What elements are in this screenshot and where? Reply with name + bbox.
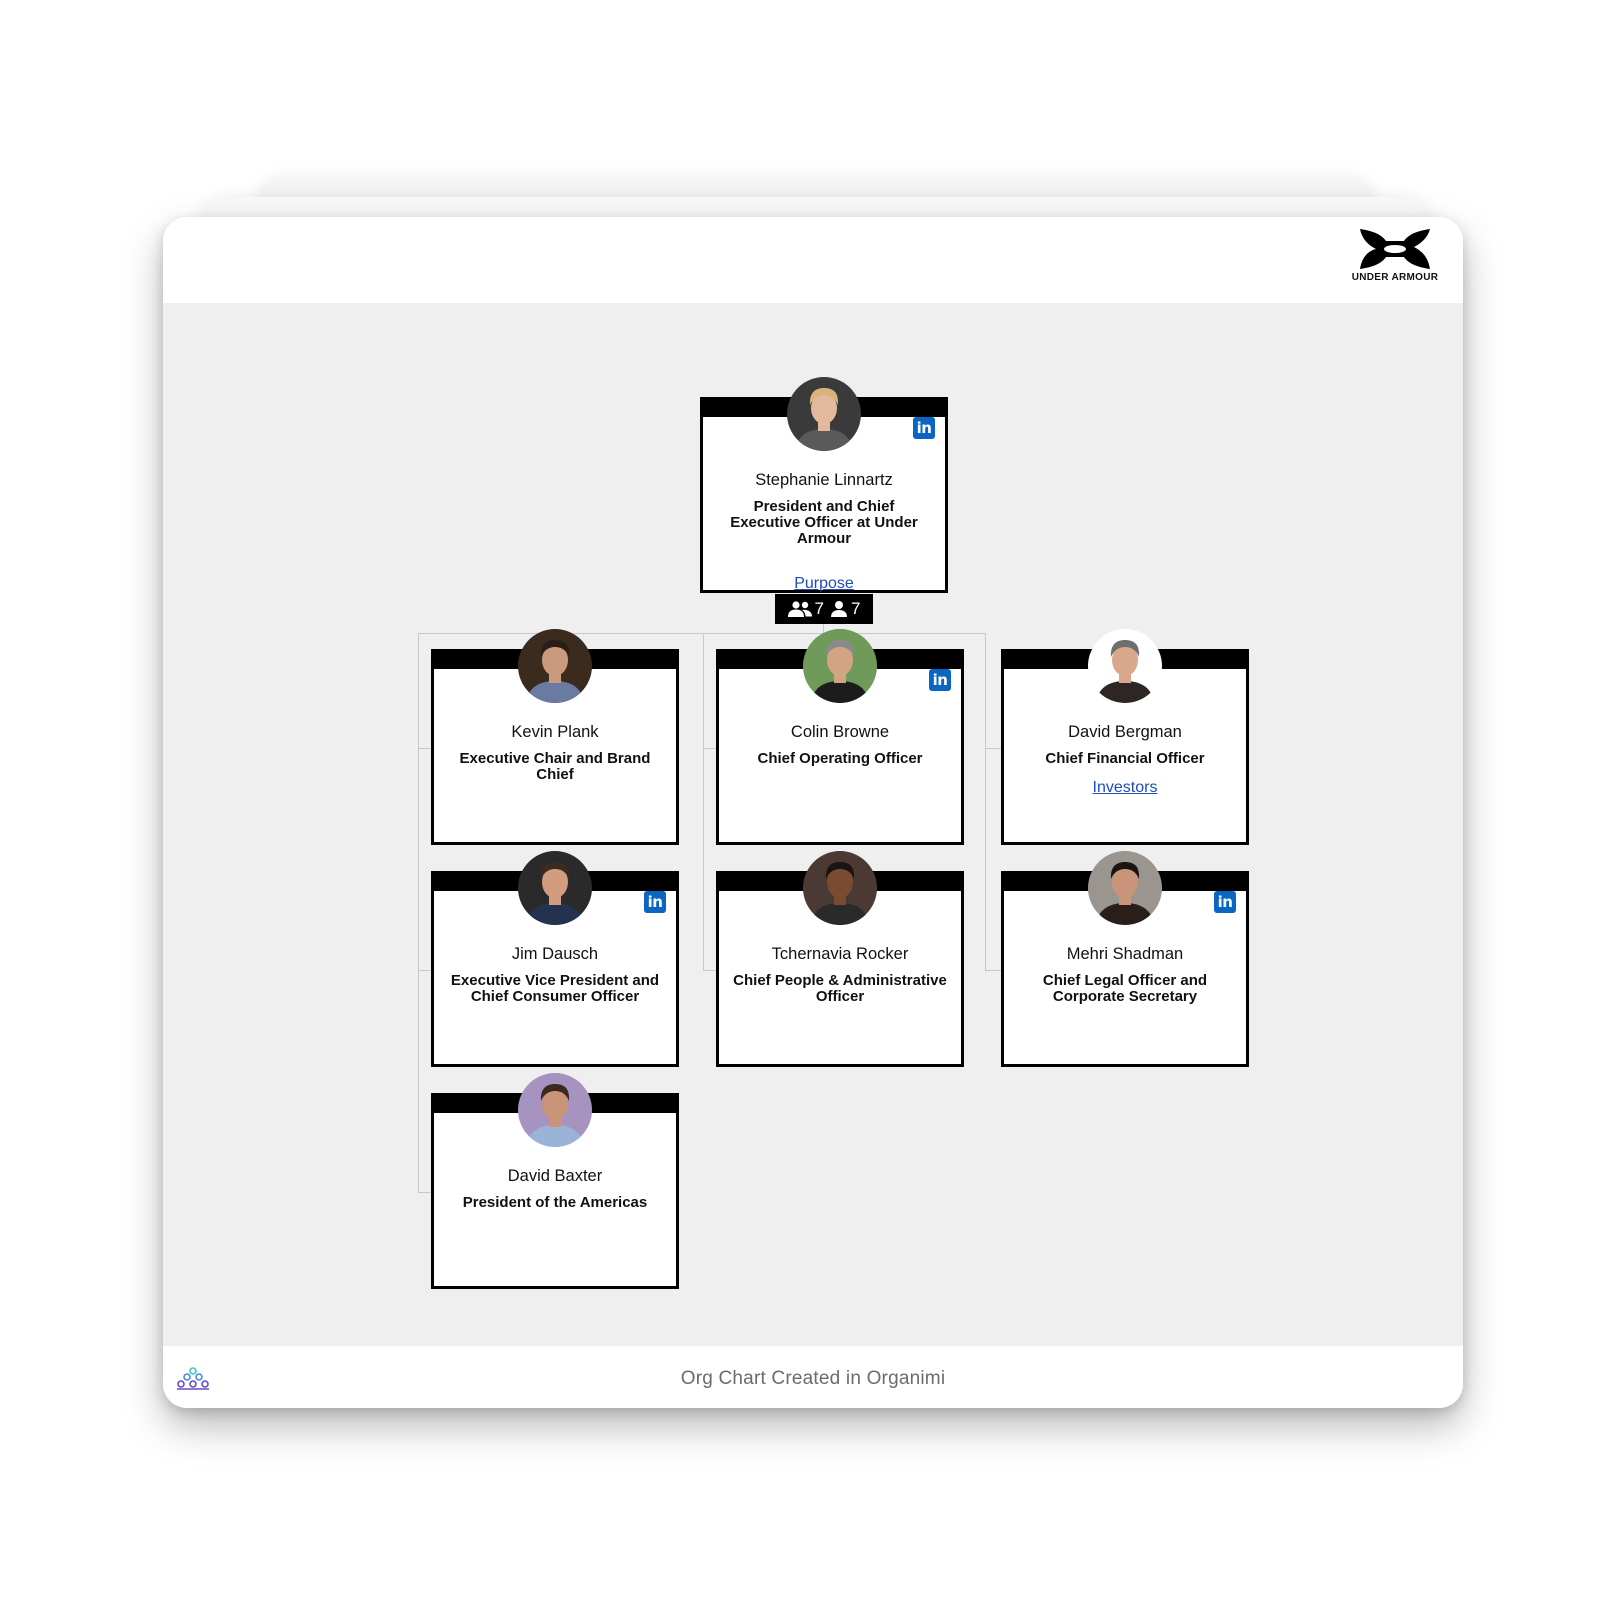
direct-count: 7 bbox=[851, 599, 861, 618]
team-count: 7 bbox=[814, 599, 824, 618]
org-card[interactable]: David Bergman Chief Financial Officer Inve… bbox=[1001, 629, 1249, 845]
person-title: Chief Legal Officer and Corporate Secret… bbox=[1042, 972, 1208, 1005]
person-photo bbox=[518, 1073, 592, 1147]
footer-text: Org Chart Created in Organimi bbox=[680, 1368, 946, 1389]
avatar[interactable] bbox=[1088, 851, 1162, 925]
person-photo bbox=[803, 851, 877, 925]
person-title: Executive Vice President and Chief Consu… bbox=[450, 972, 660, 1005]
avatar[interactable] bbox=[518, 629, 592, 703]
connector-line bbox=[418, 633, 419, 1193]
person-title: President and Chief Executive Officer at… bbox=[730, 498, 918, 547]
person-name: Colin Browne bbox=[790, 723, 890, 741]
person-name: David Baxter bbox=[507, 1167, 603, 1185]
linkedin-icon[interactable]: in bbox=[644, 891, 666, 913]
linkedin-icon[interactable]: in bbox=[913, 417, 935, 439]
org-card[interactable]: in Mehri Shadman Chief Legal Officer and C… bbox=[1001, 851, 1249, 1067]
person-name: Jim Dausch bbox=[511, 945, 599, 963]
person-title: Chief Operating Officer bbox=[757, 750, 923, 767]
person-title: Chief Financial Officer bbox=[1045, 750, 1205, 767]
avatar[interactable] bbox=[518, 1073, 592, 1147]
person-title: President of the Americas bbox=[462, 1194, 648, 1211]
person-icon bbox=[831, 601, 847, 617]
person-title: Executive Chair and Brand Chief bbox=[459, 750, 651, 783]
person-name: Stephanie Linnartz bbox=[755, 471, 893, 489]
linkedin-icon[interactable]: in bbox=[929, 669, 951, 691]
avatar[interactable] bbox=[787, 377, 861, 451]
person-name: David Bergman bbox=[1068, 723, 1182, 741]
brand-logo: UNDER ARMOUR bbox=[1343, 227, 1447, 289]
person-photo bbox=[518, 629, 592, 703]
frame-header: UNDER ARMOUR bbox=[163, 217, 1463, 303]
person-photo bbox=[1088, 629, 1162, 703]
org-card[interactable]: Tchernavia Rocker Chief People & Administ… bbox=[716, 851, 964, 1067]
person-name: Mehri Shadman bbox=[1066, 945, 1184, 963]
purpose-link[interactable]: Purpose bbox=[703, 575, 945, 593]
investors-link[interactable]: Investors bbox=[1004, 779, 1246, 797]
org-card[interactable]: in Jim Dausch Executive Vice President and… bbox=[431, 851, 679, 1067]
avatar[interactable] bbox=[1088, 629, 1162, 703]
org-card[interactable]: David Baxter President of the Americas bbox=[431, 1073, 679, 1289]
team-count-bar[interactable]: 7 7 bbox=[775, 594, 873, 624]
under-armour-logo-icon bbox=[1360, 229, 1430, 269]
avatar[interactable] bbox=[518, 851, 592, 925]
brand-name: UNDER ARMOUR bbox=[1351, 272, 1439, 283]
person-photo bbox=[787, 377, 861, 451]
person-title: Chief People & Administrative Officer bbox=[733, 972, 947, 1005]
connector-line bbox=[703, 633, 704, 971]
person-photo bbox=[803, 629, 877, 703]
person-name: Tchernavia Rocker bbox=[771, 945, 909, 963]
linkedin-icon[interactable]: in bbox=[1214, 891, 1236, 913]
connector-line bbox=[985, 633, 986, 971]
person-photo bbox=[518, 851, 592, 925]
connector-line bbox=[418, 633, 985, 634]
person-photo bbox=[1088, 851, 1162, 925]
person-name: Kevin Plank bbox=[511, 723, 599, 741]
org-card[interactable]: in Colin Browne Chief Operating Officer bbox=[716, 629, 964, 845]
people-icon bbox=[787, 601, 812, 617]
avatar[interactable] bbox=[803, 851, 877, 925]
frame-footer: Org Chart Created in Organimi bbox=[163, 1346, 1463, 1408]
org-card-root[interactable]: in Stephanie Linnartz President and Chie… bbox=[700, 377, 948, 593]
org-card[interactable]: Kevin Plank Executive Chair and Brand Chi… bbox=[431, 629, 679, 845]
avatar[interactable] bbox=[803, 629, 877, 703]
